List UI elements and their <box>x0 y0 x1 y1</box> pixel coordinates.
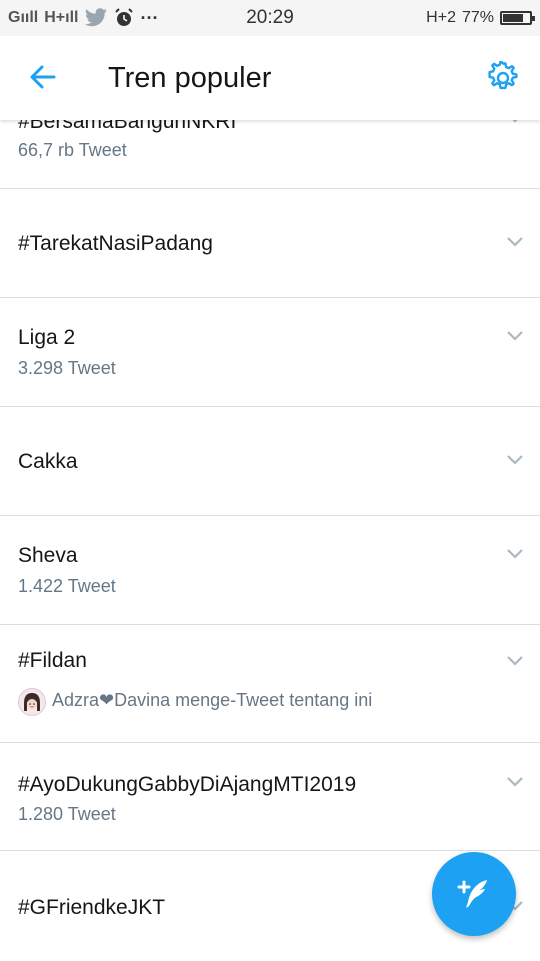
status-right: H+2 77% <box>426 0 535 36</box>
trend-name: Cakka <box>18 450 78 473</box>
trend-name: #TarekatNasiPadang <box>18 232 213 255</box>
trend-item[interactable]: #Fildan Adzra❤Davina menge-Tweet tentang… <box>0 625 540 743</box>
network-indicator: H+2 <box>426 9 456 26</box>
user-avatar-icon <box>19 689 45 715</box>
chevron-down-icon[interactable] <box>506 655 524 667</box>
chevron-down-icon[interactable] <box>506 236 524 248</box>
trend-tweet-count: 3.298 Tweet <box>18 358 116 378</box>
trend-name: #GFriendkeJKT <box>18 896 166 919</box>
battery-icon <box>500 11 535 25</box>
trend-tweet-count: 1.280 Tweet <box>18 804 116 824</box>
app-header: Tren populer <box>0 36 540 120</box>
chevron-down-icon[interactable] <box>506 330 524 342</box>
trend-name: #AyoDukungGabbyDiAjangMTI2019 <box>18 773 357 796</box>
trend-item[interactable]: #AyoDukungGabbyDiAjangMTI2019 1.280 Twee… <box>0 743 540 851</box>
trend-item[interactable]: Liga 2 3.298 Tweet <box>0 298 540 407</box>
trend-name: #Fildan <box>18 649 87 672</box>
status-bar: Gııll H+ıll ··· 20:29 H+2 77% <box>0 0 540 36</box>
trend-social-context: Adzra❤Davina menge-Tweet tentang ini <box>52 690 373 710</box>
trend-name: Liga 2 <box>18 326 76 349</box>
trend-item[interactable]: #TarekatNasiPadang <box>0 189 540 298</box>
compose-tweet-button[interactable] <box>432 852 516 936</box>
trend-tweet-count: 1.422 Tweet <box>18 576 116 596</box>
compose-tweet-icon <box>457 880 487 908</box>
arrow-left-icon[interactable] <box>26 60 60 94</box>
chevron-down-icon[interactable] <box>506 776 524 788</box>
page-title: Tren populer <box>108 62 272 94</box>
gear-icon[interactable] <box>486 61 520 95</box>
trends-list: #BersamaBangunNKRI 66,7 rb Tweet #Tareka… <box>0 80 540 961</box>
battery-percent: 77% <box>461 9 494 26</box>
chevron-down-icon[interactable] <box>506 454 524 466</box>
avatar <box>18 688 46 716</box>
trend-item[interactable]: Cakka <box>0 407 540 516</box>
trend-item[interactable]: Sheva 1.422 Tweet <box>0 516 540 625</box>
trend-tweet-count: 66,7 rb Tweet <box>18 140 127 160</box>
chevron-down-icon[interactable] <box>506 548 524 560</box>
trend-name: Sheva <box>18 544 78 567</box>
